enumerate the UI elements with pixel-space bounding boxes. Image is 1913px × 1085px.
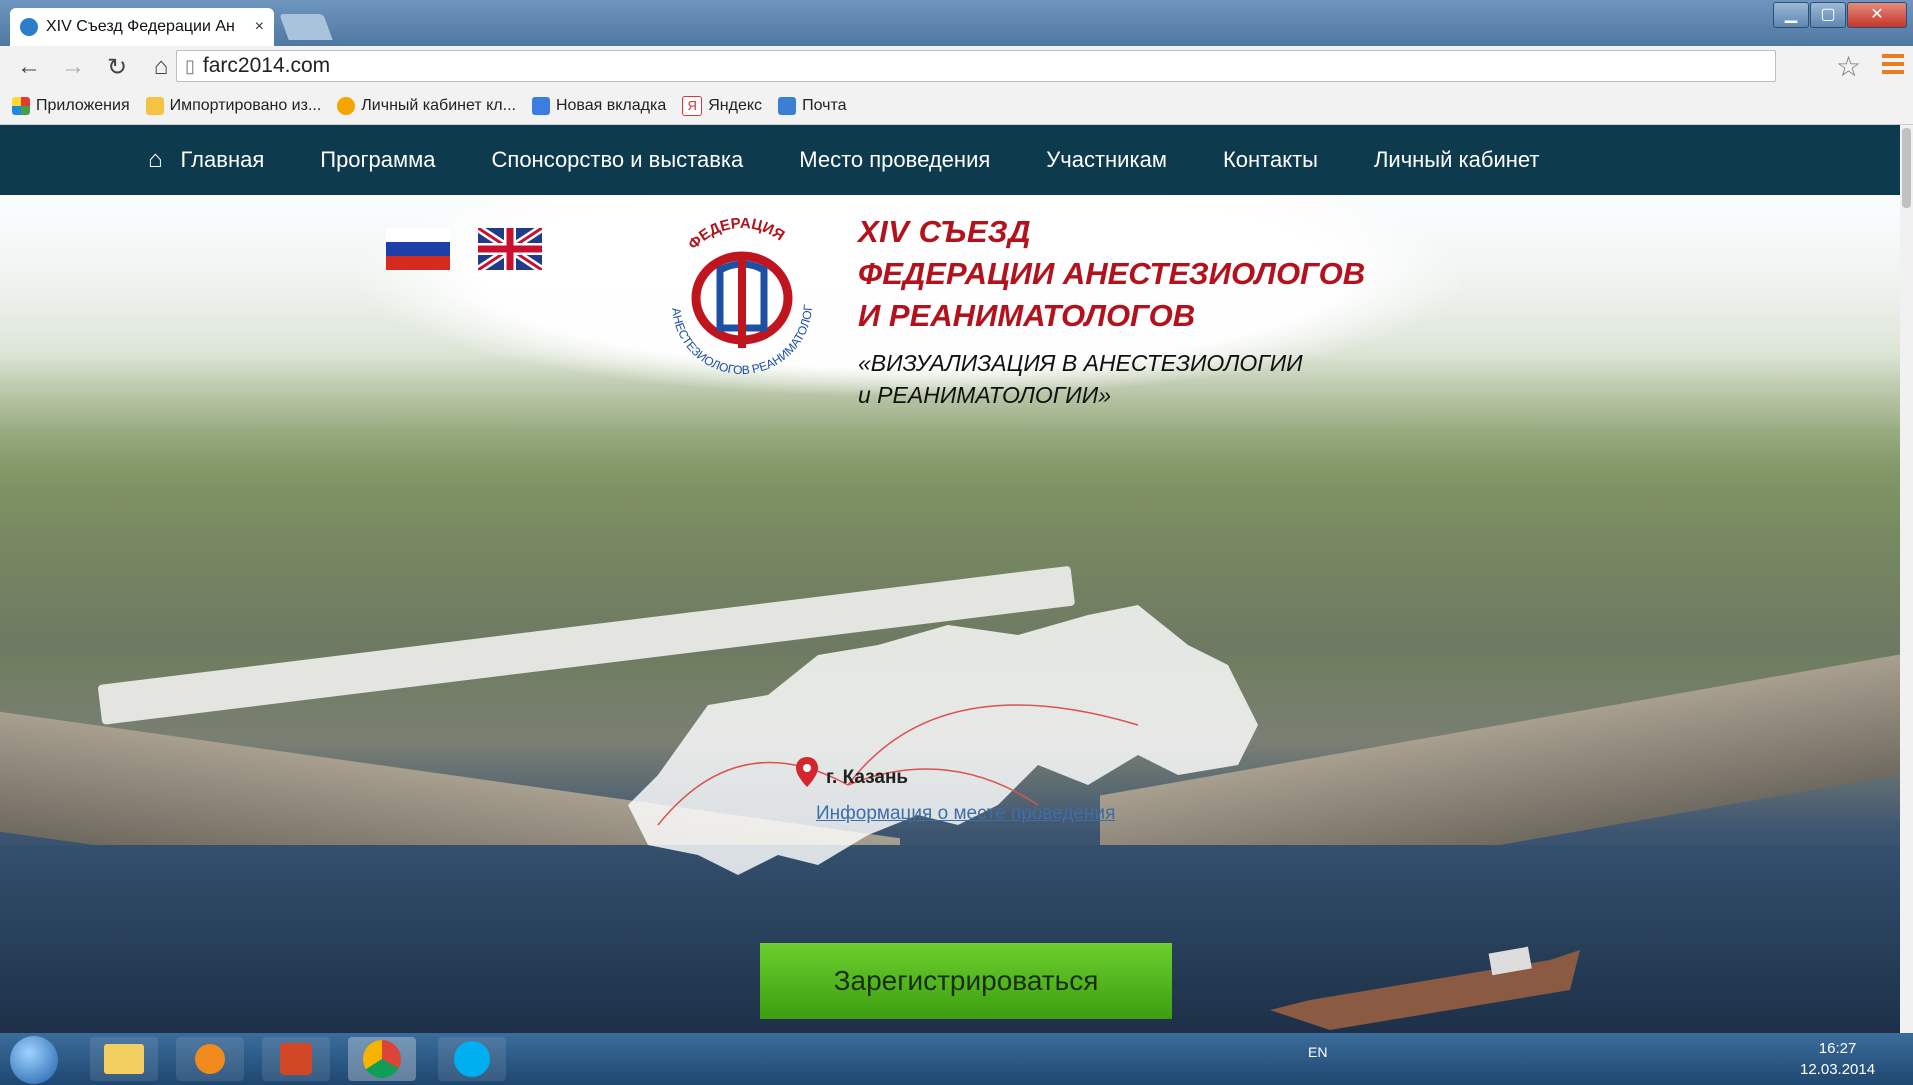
folder-icon [145,97,164,115]
browser-toolbar: ← → ↻ ⌂ ▯ farc2014.com ☆ [0,46,1913,88]
bookmark-imported-folder[interactable]: Импортировано из... [145,97,322,115]
bookmark-label: Новая вкладка [555,97,667,114]
uk-flag-icon[interactable] [478,228,542,270]
chrome-taskbar-icon[interactable] [348,1037,416,1081]
clock-date: 12.03.2014 [1800,1061,1876,1078]
clock-time: 16:27 [1818,1040,1857,1057]
window-minimize-button[interactable]: ▁ [1773,2,1809,28]
bookmark-label: Яндекс [708,97,763,114]
tab-title: XIV Съезд Федерации Ан [46,18,235,35]
bookmark-label: Приложения [36,97,130,114]
bookmark-label: Почта [802,97,847,114]
presentation-taskbar-icon[interactable] [262,1037,330,1081]
federation-logo: ФЕДЕРАЦИЯ АНЕСТЕЗИОЛОГОВ РЕАНИМАТОЛОГОВ [637,207,842,378]
river-boat [1270,930,1590,1030]
bookmark-personal-cabinet[interactable]: Личный кабинет кл... [337,97,516,115]
bookmarks-bar: Приложения Импортировано из... Личный ка… [0,88,1913,125]
nav-program[interactable]: Программа [320,147,435,173]
congress-title-line-1: XIV СЪЕЗД [858,214,1031,249]
bookmark-apps[interactable]: Приложения [12,97,130,115]
svg-text:ФЕДЕРАЦИЯ: ФЕДЕРАЦИЯ [685,218,788,253]
mail-icon [778,97,797,115]
tab-close-icon[interactable]: × [255,18,264,36]
address-url: farc2014.com [202,54,331,77]
site-favicon-icon [20,18,38,36]
logo-text-top: ФЕДЕРАЦИЯ [685,218,788,253]
scrollbar-thumb[interactable] [1902,128,1911,208]
nav-participants[interactable]: Участникам [1046,147,1167,173]
page-scrollbar[interactable] [1900,125,1913,1033]
taskbar-clock[interactable]: 16:27 12.03.2014 [1800,1038,1875,1080]
apps-grid-icon [12,97,30,115]
browser-menu-icon[interactable] [1882,54,1904,78]
explorer-taskbar-icon[interactable] [90,1037,158,1081]
city-label: г. Казань [826,767,909,788]
bookmark-label: Импортировано из... [169,97,322,114]
back-arrow-icon[interactable]: ← [14,53,44,81]
nav-sponsorship[interactable]: Спонсорство и выставка [492,147,744,173]
bookmark-icon [337,97,356,115]
home-icon[interactable]: ⌂ [146,53,176,81]
bookmark-star-icon[interactable]: ☆ [1836,50,1861,83]
page-8-icon [531,97,550,115]
register-button[interactable]: Зарегистрироваться [760,943,1172,1019]
congress-title-line-2: ФЕДЕРАЦИИ АНЕСТЕЗИОЛОГОВ [858,256,1366,291]
bookmark-new-tab[interactable]: Новая вкладка [531,97,667,115]
page-icon: ▯ [185,55,195,76]
venue-info-link[interactable]: Информация о месте проведения [816,803,1115,825]
bookmark-yandex[interactable]: Я Яндекс [682,96,762,116]
bookmark-mail[interactable]: Почта [778,97,847,115]
register-button-label: Зарегистрироваться [833,965,1099,996]
congress-title-line-3: И РЕАНИМАТОЛОГОВ [858,298,1196,333]
home-nav-icon[interactable]: ⌂ [148,146,163,174]
window-close-button[interactable]: ✕ [1847,2,1907,28]
nav-home[interactable]: Главная [181,147,265,173]
start-button[interactable] [10,1036,58,1084]
address-bar[interactable]: ▯ farc2014.com [176,50,1776,82]
forward-arrow-icon[interactable]: → [58,53,88,81]
system-tray: EN [1308,1044,1327,1060]
congress-subtitle-line-2: и РЕАНИМАТОЛОГИИ» [858,382,1111,408]
nav-venue[interactable]: Место проведения [799,147,990,173]
reload-icon[interactable]: ↻ [102,53,132,82]
new-tab-button[interactable] [279,14,333,40]
site-navigation: ⌂ Главная Программа Спонсорство и выстав… [0,125,1900,195]
browser-tab[interactable]: XIV Съезд Федерации Ан × [10,8,274,46]
nav-personal-cabinet[interactable]: Личный кабинет [1374,147,1540,173]
nav-contacts[interactable]: Контакты [1223,147,1318,173]
media-player-taskbar-icon[interactable] [176,1037,244,1081]
skype-taskbar-icon[interactable] [438,1037,506,1081]
window-maximize-button[interactable]: ▢ [1810,2,1846,28]
bookmark-label: Личный кабинет кл... [361,97,516,114]
yandex-icon: Я [682,96,703,116]
russian-flag-icon[interactable] [386,228,450,270]
congress-subtitle-line-1: «ВИЗУАЛИЗАЦИЯ В АНЕСТЕЗИОЛОГИИ [858,350,1303,376]
location-pin-icon [796,757,818,787]
language-indicator[interactable]: EN [1308,1044,1327,1060]
russia-map-silhouette [618,605,1278,895]
